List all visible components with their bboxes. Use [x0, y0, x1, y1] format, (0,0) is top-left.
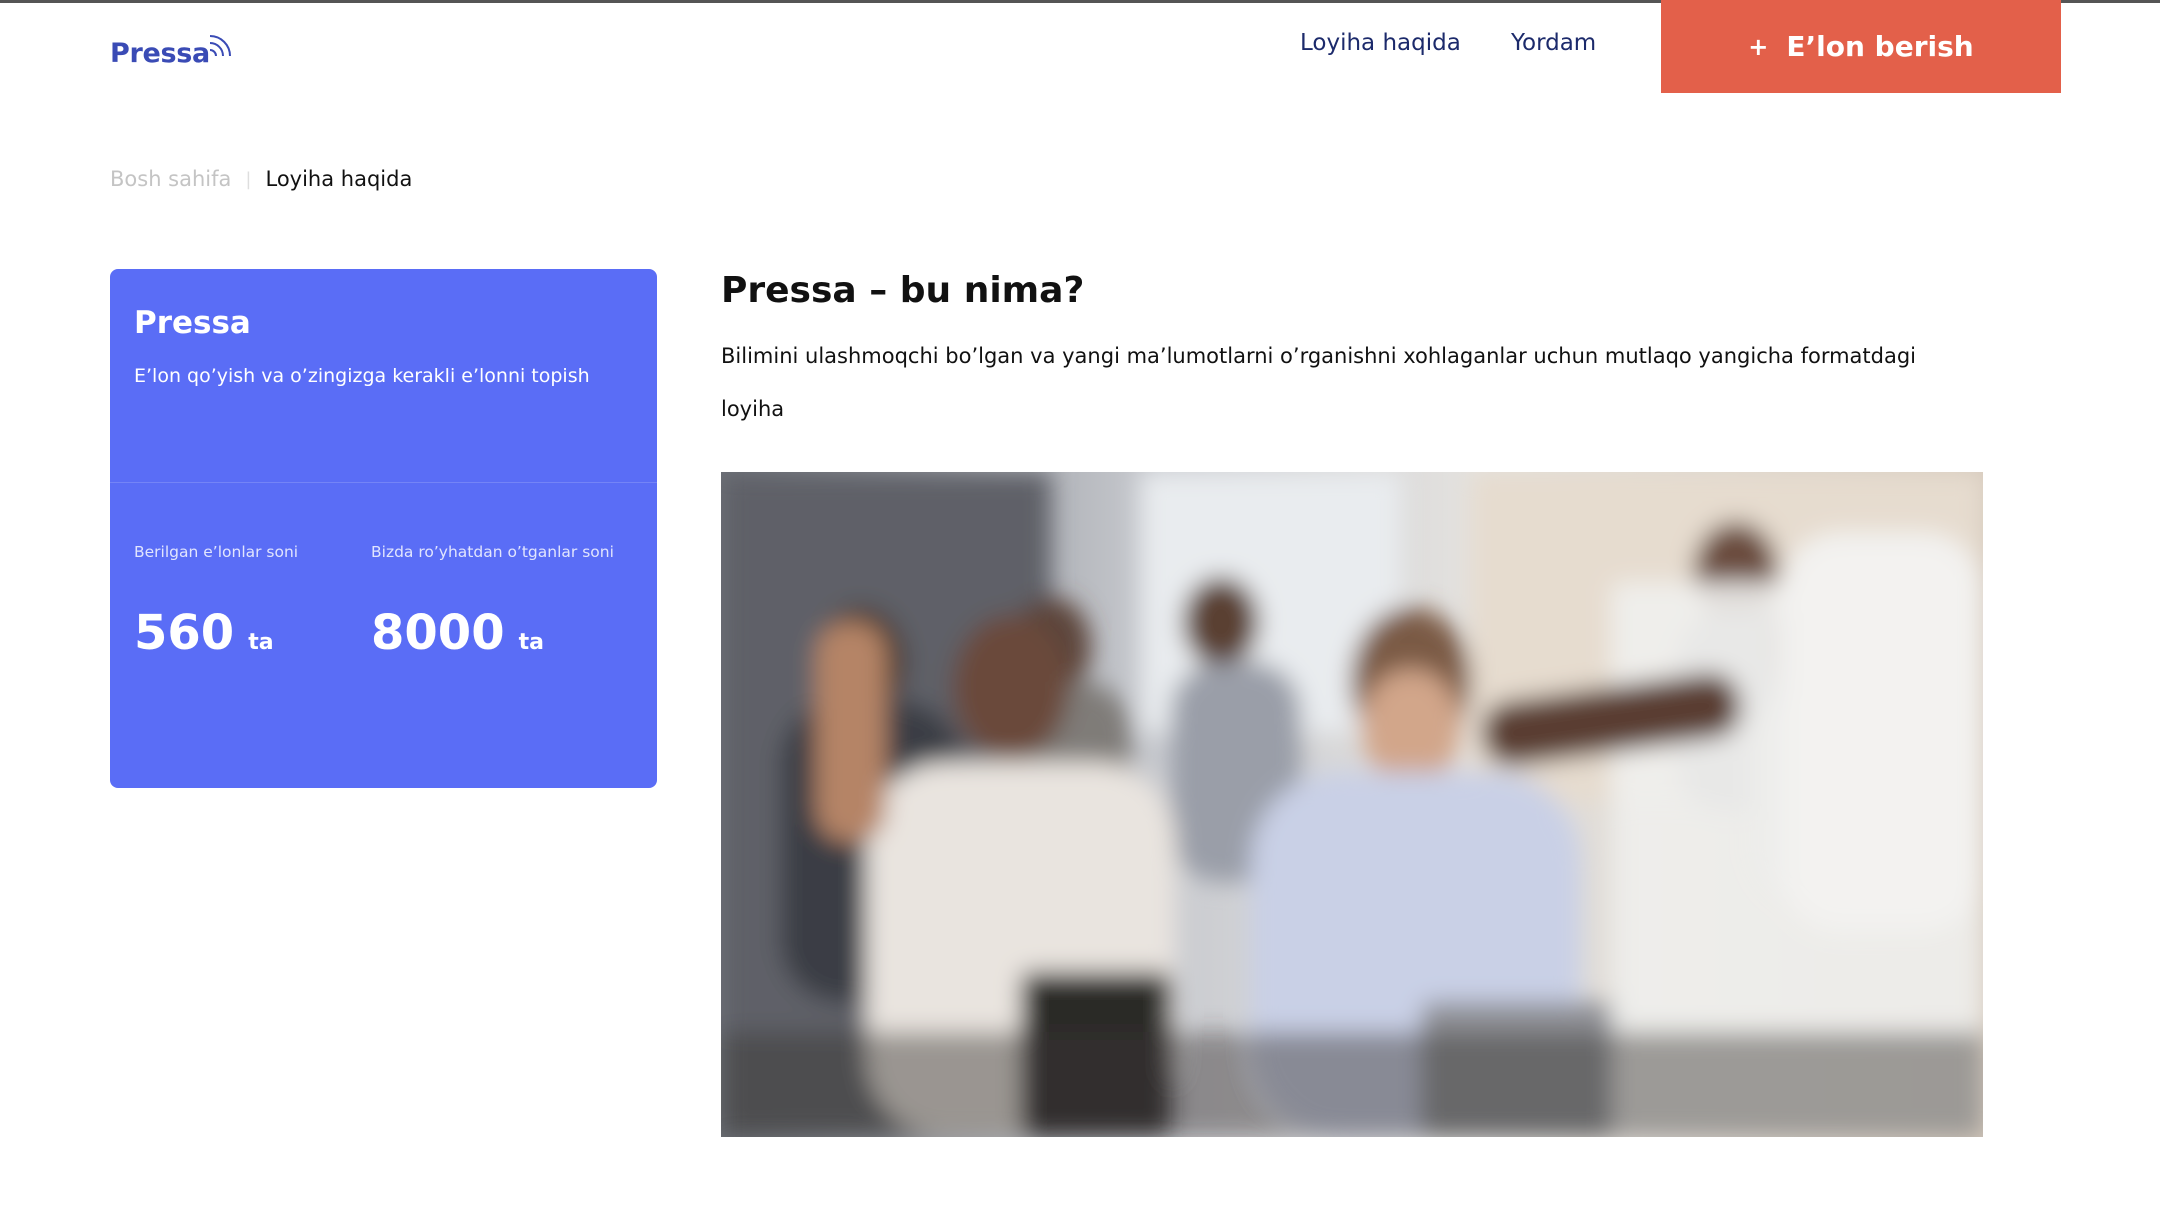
page: Pressa Loyiha haqida Yordam + E’lon beri…	[0, 0, 2160, 1222]
logo-text: Pressa	[110, 38, 210, 69]
stat-value: 8000	[371, 605, 505, 661]
signal-waves-icon	[209, 35, 231, 57]
logo[interactable]: Pressa	[110, 28, 236, 78]
plus-icon: +	[1748, 32, 1769, 61]
breadcrumb-current: Loyiha haqida	[265, 167, 413, 191]
stat-value-row: 8000 ta	[371, 605, 608, 661]
post-ad-button[interactable]: + E’lon berish	[1661, 0, 2061, 93]
stats-card: Pressa E’lon qo’yish va o’zingizga kerak…	[110, 269, 657, 788]
nav-link-about[interactable]: Loyiha haqida	[1300, 30, 1461, 56]
nav-link-help[interactable]: Yordam	[1511, 30, 1596, 56]
stat-unit: ta	[518, 630, 544, 655]
stats-card-header: Pressa E’lon qo’yish va o’zingizga kerak…	[110, 269, 657, 483]
page-title: Pressa – bu nima?	[721, 270, 1085, 311]
stat-value: 560	[134, 605, 235, 661]
stats-row: Berilgan e’lonlar soni 560 ta Bizda ro’y…	[110, 483, 657, 661]
post-ad-label: E’lon berish	[1786, 30, 1974, 63]
card-title: Pressa	[134, 305, 251, 341]
breadcrumb-separator: |	[245, 168, 252, 190]
hero-image	[721, 472, 1983, 1137]
stat-ads-count: Berilgan e’lonlar soni 560 ta	[134, 543, 371, 661]
stat-unit: ta	[248, 630, 274, 655]
stat-label: Berilgan e’lonlar soni	[134, 543, 299, 561]
hero-photo	[721, 472, 1983, 1137]
card-subtitle: E’lon qo’yish va o’zingizga kerakli e’lo…	[134, 365, 590, 387]
stat-registered-count: Bizda ro’yhatdan o’tganlar soni 8000 ta	[371, 543, 614, 661]
page-description: Bilimini ulashmoqchi bo’lgan va yangi ma…	[721, 344, 1917, 421]
stat-label: Bizda ro’yhatdan o’tganlar soni	[371, 543, 614, 561]
breadcrumb: Bosh sahifa | Loyiha haqida	[110, 167, 412, 191]
breadcrumb-home[interactable]: Bosh sahifa	[110, 167, 231, 191]
stat-value-row: 560 ta	[134, 605, 371, 661]
